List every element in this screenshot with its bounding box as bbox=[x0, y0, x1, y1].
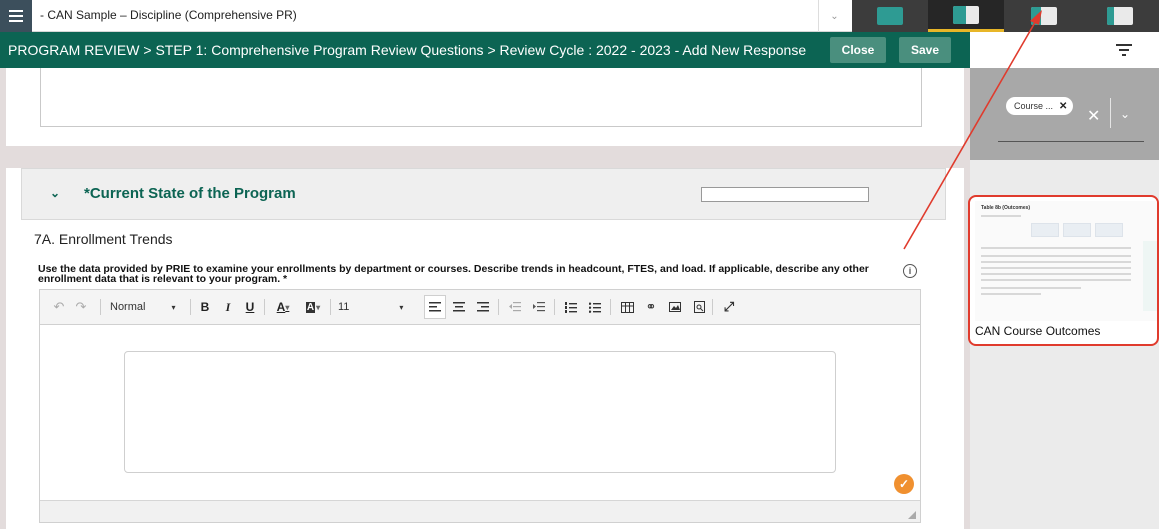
page-header: PROGRAM REVIEW > STEP 1: Comprehensive P… bbox=[0, 32, 970, 68]
wide-split-layout-icon bbox=[1107, 7, 1133, 25]
chevron-down-icon[interactable]: ⌄ bbox=[50, 186, 60, 200]
paragraph-style-value: Normal bbox=[110, 301, 146, 313]
top-bar: - CAN Sample – Discipline (Comprehensive… bbox=[0, 0, 1159, 32]
info-icon[interactable]: i bbox=[903, 264, 917, 278]
section-divider bbox=[6, 146, 964, 168]
align-left-button[interactable] bbox=[424, 295, 446, 319]
layout-switcher bbox=[852, 0, 1159, 32]
bullet-list-icon bbox=[589, 302, 601, 313]
toolbar-separator bbox=[610, 299, 611, 315]
caret-down-icon: ▾ bbox=[285, 302, 290, 312]
italic-button[interactable]: I bbox=[218, 290, 238, 324]
narrow-split-layout-icon bbox=[1031, 7, 1057, 25]
toolbar-separator bbox=[554, 299, 555, 315]
response-text-area[interactable] bbox=[124, 351, 836, 473]
editor-status-bar bbox=[40, 500, 920, 522]
full-panel-layout-icon bbox=[877, 7, 903, 25]
filter-chip[interactable]: Course ... ✕ bbox=[1006, 97, 1074, 115]
chevron-down-icon[interactable]: ⌄ bbox=[1120, 107, 1130, 121]
split-panel-layout-icon bbox=[953, 5, 979, 24]
align-center-icon bbox=[453, 302, 465, 312]
breadcrumb-item-review-cycle: Review Cycle : 2022 - 2023 - Add New Res… bbox=[499, 42, 807, 58]
font-size-value: 11 bbox=[338, 301, 350, 313]
filter-divider bbox=[1110, 98, 1111, 128]
preview-icon bbox=[693, 301, 705, 313]
toolbar-separator bbox=[498, 299, 499, 315]
split-panel-layout-button[interactable] bbox=[928, 0, 1004, 32]
breadcrumb-separator: > bbox=[143, 42, 152, 58]
toolbar-separator bbox=[330, 299, 331, 315]
align-right-icon bbox=[477, 302, 489, 312]
breadcrumb: PROGRAM REVIEW > STEP 1: Comprehensive P… bbox=[8, 42, 806, 58]
image-button[interactable] bbox=[664, 290, 686, 324]
fullscreen-icon[interactable]: ⤢ bbox=[718, 290, 740, 324]
document-thumbnail: Table 8b (Outcomes) bbox=[975, 201, 1157, 321]
previous-response-editor[interactable] bbox=[40, 68, 922, 127]
narrow-split-layout-button[interactable] bbox=[1006, 0, 1082, 32]
close-icon[interactable]: ✕ bbox=[1059, 101, 1067, 112]
redo-icon[interactable]: ↷ bbox=[72, 290, 90, 324]
document-title: - CAN Sample – Discipline (Comprehensive… bbox=[40, 8, 297, 22]
text-color-button[interactable]: A ▾ bbox=[270, 290, 296, 324]
link-icon[interactable]: ⚭ bbox=[640, 290, 662, 324]
document-card[interactable]: Table 8b (Outcomes) CAN Course Outcomes bbox=[968, 195, 1159, 346]
document-card-title: CAN Course Outcomes bbox=[975, 324, 1101, 338]
question-text: Use the data provided by PRIE to examine… bbox=[38, 263, 869, 285]
table-icon bbox=[620, 301, 634, 313]
hamburger-menu-icon[interactable] bbox=[0, 0, 32, 32]
font-size-select[interactable]: 11 ▾ bbox=[338, 290, 408, 324]
filter-area: Course ... ✕ ✕ ⌄ bbox=[970, 68, 1159, 160]
align-right-button[interactable] bbox=[472, 290, 494, 324]
chevron-down-icon[interactable]: ⌄ bbox=[818, 0, 850, 32]
save-button[interactable]: Save bbox=[899, 37, 951, 63]
bold-button[interactable]: B bbox=[195, 290, 215, 324]
toolbar-separator bbox=[712, 299, 713, 315]
right-panel-header bbox=[970, 32, 1159, 68]
numbered-list-button[interactable] bbox=[560, 290, 582, 324]
preview-button[interactable] bbox=[688, 290, 710, 324]
indent-button[interactable] bbox=[528, 290, 550, 324]
breadcrumb-item-program-review[interactable]: PROGRAM REVIEW bbox=[8, 42, 139, 58]
filter-underline bbox=[998, 141, 1144, 142]
section-header-current-state[interactable]: ⌄ *Current State of the Program bbox=[21, 168, 946, 220]
check-icon: ✓ bbox=[894, 474, 914, 494]
undo-icon[interactable]: ↶ bbox=[50, 290, 68, 324]
rich-text-toolbar: ↶ ↷ Normal ▾ B I U A ▾ A ▾ 11 ▾ ⚭ ⤢ bbox=[39, 289, 921, 325]
caret-down-icon: ▾ bbox=[171, 302, 176, 312]
align-center-button[interactable] bbox=[448, 290, 470, 324]
image-icon bbox=[669, 302, 681, 312]
caret-down-icon: ▾ bbox=[399, 302, 404, 312]
breadcrumb-separator: > bbox=[487, 42, 496, 58]
response-editor[interactable]: ✓ bbox=[39, 325, 921, 523]
align-left-icon bbox=[429, 302, 441, 312]
toolbar-separator bbox=[190, 299, 191, 315]
main-content: ⌄ *Current State of the Program 7A. Enro… bbox=[6, 68, 964, 529]
background-color-letter: A bbox=[305, 301, 316, 313]
toolbar-separator bbox=[100, 299, 101, 315]
numbered-list-icon bbox=[565, 301, 577, 313]
caret-down-icon: ▾ bbox=[316, 302, 321, 312]
background-color-button[interactable]: A ▾ bbox=[300, 290, 326, 324]
question-heading: 7A. Enrollment Trends bbox=[34, 231, 173, 247]
full-panel-layout-button[interactable] bbox=[852, 0, 928, 32]
bullet-list-button[interactable] bbox=[584, 290, 606, 324]
filter-chip-label: Course ... bbox=[1014, 101, 1054, 111]
section-title: *Current State of the Program bbox=[84, 185, 296, 202]
toolbar-separator bbox=[264, 299, 265, 315]
outdent-button[interactable] bbox=[504, 290, 526, 324]
resize-handle-icon[interactable] bbox=[908, 511, 916, 519]
close-button[interactable]: Close bbox=[830, 37, 886, 63]
breadcrumb-item-step-1[interactable]: STEP 1: Comprehensive Program Review Que… bbox=[155, 42, 483, 58]
filter-icon[interactable] bbox=[1116, 44, 1132, 56]
section-input[interactable] bbox=[701, 187, 869, 202]
clear-filter-icon[interactable]: ✕ bbox=[1087, 106, 1100, 126]
wide-split-layout-button[interactable] bbox=[1082, 0, 1158, 32]
indent-icon bbox=[533, 302, 545, 312]
outdent-icon bbox=[509, 302, 521, 312]
paragraph-style-select[interactable]: Normal ▾ bbox=[110, 290, 190, 324]
table-button[interactable] bbox=[616, 290, 638, 324]
thumbnail-title: Table 8b (Outcomes) bbox=[981, 205, 1031, 211]
underline-button[interactable]: U bbox=[240, 290, 260, 324]
